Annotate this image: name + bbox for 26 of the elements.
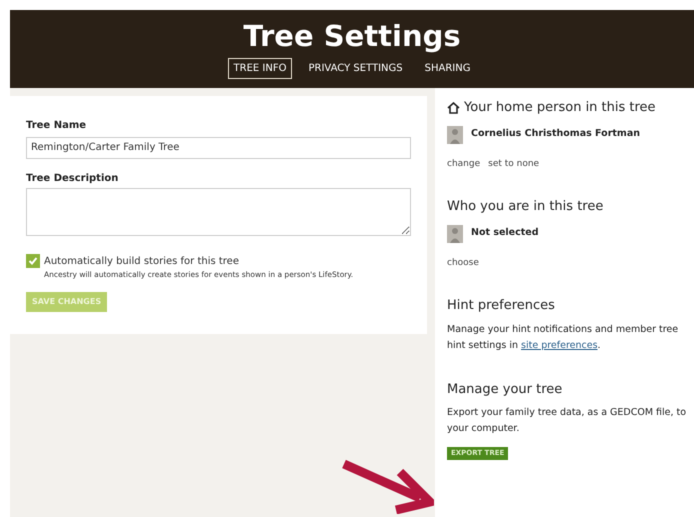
paragraph: Export your family tree data, as a GEDCOM file, to your computer. (447, 406, 688, 436)
tab[interactable]: TREE INFO (228, 58, 292, 79)
link[interactable]: site preferences (521, 340, 598, 350)
person-name: Not selected (471, 226, 539, 240)
field-label: Tree Description (26, 172, 120, 186)
section-title: Who you are in this tree (447, 198, 604, 216)
avatar-icon (447, 126, 463, 144)
section-title: Your home person in this tree (464, 99, 656, 117)
link[interactable]: set to none (488, 158, 540, 171)
paragraph: Manage your hint notifications and member tree hint settings in site preferences. (447, 322, 680, 352)
page-title: Tree Settings (243, 18, 461, 54)
avatar-icon (447, 224, 463, 242)
tab[interactable]: SHARING (418, 58, 476, 79)
section-title: Manage your tree (447, 380, 564, 398)
arrow-icon (342, 460, 434, 514)
link[interactable]: change (447, 158, 480, 171)
field-label: Tree Name (26, 119, 88, 133)
tab[interactable]: PRIVACY SETTINGS (302, 58, 409, 79)
checkbox[interactable] (26, 254, 40, 268)
checkbox-label: Automatically build stories for this tree (44, 254, 240, 268)
person-name: Cornelius Christhomas Fortman (471, 127, 640, 142)
input-field[interactable]: Remington/Carter Family Tree (26, 136, 411, 158)
text-area[interactable] (26, 188, 411, 236)
section-title: Hint preferences (447, 297, 556, 315)
home-icon (447, 102, 460, 114)
link[interactable]: choose (447, 256, 479, 270)
